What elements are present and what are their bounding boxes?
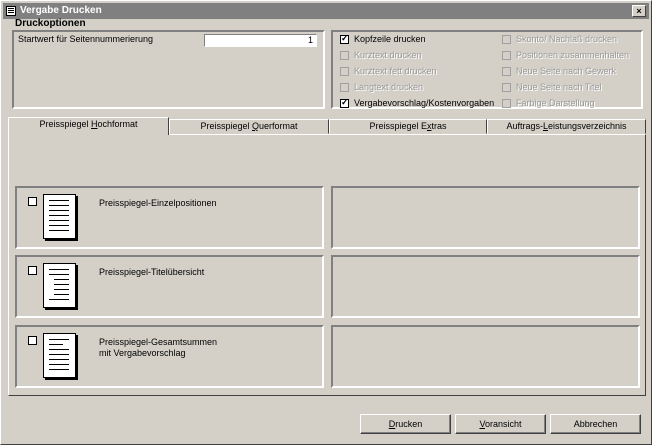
voransicht-button[interactable]: Voransicht [455,414,546,434]
option-label: Kopfzeile drucken [354,34,426,44]
report-subtitle: mit Vergabevorschlag [99,348,186,358]
tab-strip: Preisspiegel Hochformat Preisspiegel Que… [8,117,646,135]
option-checkbox [502,83,511,92]
option-checkbox [340,51,349,60]
report-options-area [331,186,640,249]
report-checkbox[interactable] [28,336,37,345]
abbrechen-button[interactable]: Abbrechen [550,414,641,434]
window-title: Vergabe Drucken [20,5,102,16]
report-title: Preisspiegel-Titelübersicht [99,267,205,277]
option-label: Kurztext drucken [354,50,422,60]
option-checkbox[interactable]: ✓ [340,33,349,44]
option-label: Vergabevorschlag/Kostenvorgaben [354,98,495,108]
report-title: Preisspiegel-Gesamtsummen [99,337,218,347]
option-label: Neue Seite nach Titel [516,82,602,92]
tab-leistungsverzeichnis[interactable]: Auftrags-Leistungsverzeichnis [487,119,646,134]
startwert-label: Startwert für Seitennummerierung [18,34,154,44]
option-label: Neue Seite nach Gewerk [516,66,617,76]
close-button[interactable]: × [632,5,646,17]
drucken-button[interactable]: Drucken [360,414,451,434]
option-label: Positionen zusammenhalten [516,50,630,60]
report-checkbox[interactable] [28,197,37,206]
report-title: Preisspiegel-Einzelpositionen [99,198,217,208]
option-checkbox [502,51,511,60]
option-label: Farbige Darstellung [516,98,595,108]
option-checkbox[interactable]: ✓ [340,97,349,108]
option-checkbox [502,35,511,44]
tab-hochformat[interactable]: Preisspiegel Hochformat [8,117,169,135]
document-page-icon [43,263,76,308]
document-page-icon [43,194,76,239]
check-mark-icon: ✓ [341,33,349,43]
option-label: Skonto/ Nachlaß drucken [516,34,618,44]
option-label: Kurztext fett drucken [354,66,437,76]
option-checkbox [340,83,349,92]
tab-extras[interactable]: Preisspiegel Extras [329,119,487,134]
druckoptionen-label: Druckoptionen [15,18,86,29]
startwert-input[interactable]: 1 [204,34,317,47]
option-checkbox [502,67,511,76]
report-checkbox[interactable] [28,266,37,275]
report-options-area [331,255,640,318]
option-label: Langtext drucken [354,82,424,92]
app-icon [6,6,16,16]
option-checkbox [502,99,511,108]
dialog-window: Vergabe Drucken × Druckoptionen Startwer… [0,0,652,445]
title-bar[interactable]: Vergabe Drucken × [3,3,649,19]
option-checkbox [340,67,349,76]
check-mark-icon: ✓ [341,97,349,107]
report-options-area [331,325,640,388]
tab-querformat[interactable]: Preisspiegel Querformat [169,119,329,134]
document-page-icon [43,333,76,378]
